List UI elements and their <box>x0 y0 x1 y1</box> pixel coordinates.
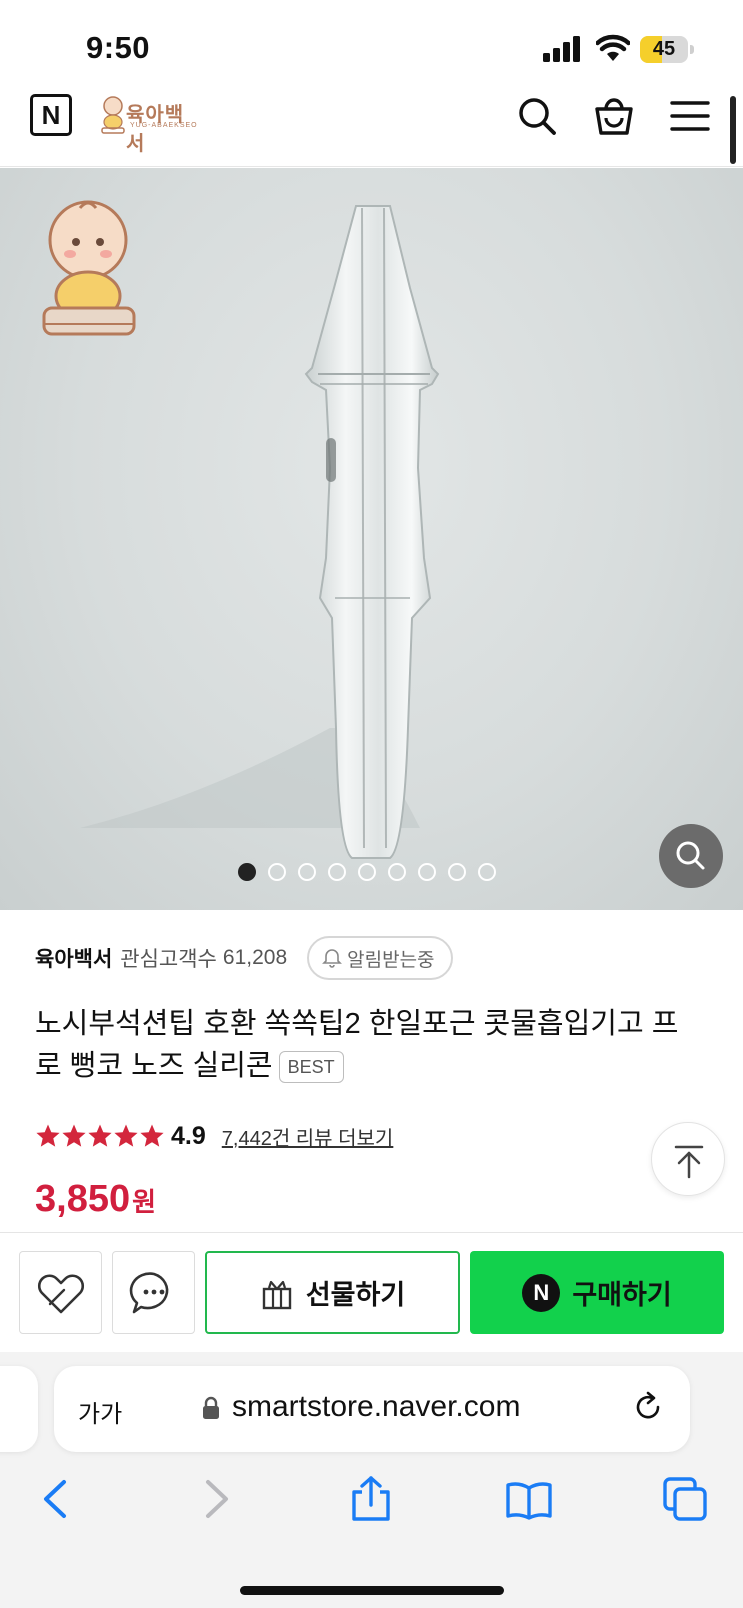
gift-label: 선물하기 <box>305 1280 406 1310</box>
tabs-icon[interactable] <box>662 1476 708 1522</box>
product-title-text: 노시부석션팁 호환 쏙쏙팁2 한일포근 콧물흡입기고 프로 뻥코 노즈 실리콘 <box>35 1008 679 1082</box>
star-icon <box>140 1124 164 1147</box>
heart-icon <box>37 1274 85 1314</box>
rating-value: 4.9 <box>171 1121 206 1150</box>
hamburger-menu-icon[interactable] <box>668 94 712 138</box>
status-time: 9:50 <box>86 30 151 65</box>
home-indicator <box>240 1586 504 1595</box>
product-photo <box>42 200 440 859</box>
product-image-carousel[interactable] <box>0 168 743 910</box>
chat-button[interactable] <box>112 1251 195 1334</box>
store-header: N 육아백서 YUG-ABAEKSEO <box>0 90 743 168</box>
arrow-up-icon <box>674 1145 704 1179</box>
baby-mascot-icon <box>101 96 125 134</box>
price: 3,850 <box>35 1178 131 1220</box>
notification-toggle-button[interactable]: 알림받는중 <box>307 936 453 980</box>
carousel-dot[interactable] <box>388 863 406 881</box>
interest-count: 61,208 <box>222 946 288 969</box>
shopping-bag-icon[interactable] <box>592 94 636 138</box>
rating-stars <box>35 1123 165 1149</box>
book-icon[interactable] <box>506 1476 552 1522</box>
previous-tab-preview[interactable] <box>0 1366 38 1452</box>
star-icon <box>114 1124 138 1147</box>
browser-bottom-bar: 가가 smartstore.naver.com <box>0 1352 743 1608</box>
star-icon <box>36 1124 60 1147</box>
gift-icon <box>262 1280 292 1309</box>
page-settings-button[interactable]: 가가 <box>78 1394 122 1429</box>
best-badge: BEST <box>278 1051 344 1084</box>
carousel-dot[interactable] <box>358 863 376 881</box>
star-icon <box>62 1124 86 1147</box>
wifi-icon <box>596 34 630 61</box>
header-divider <box>0 166 743 167</box>
naver-home-button[interactable]: N <box>30 94 72 136</box>
battery-indicator: 45 <box>640 36 694 63</box>
gift-button[interactable]: 선물하기 <box>205 1251 460 1334</box>
back-icon[interactable] <box>34 1476 80 1522</box>
seller-row: 육아백서 관심고객수 61,208 알림받는중 <box>35 936 453 980</box>
buy-label: 구매하기 <box>572 1280 672 1310</box>
price-row: 3,850 원 <box>35 1178 156 1221</box>
review-link[interactable]: 7,442건 리뷰 더보기 <box>222 1122 394 1151</box>
bell-icon <box>322 949 343 968</box>
forward-icon[interactable] <box>192 1476 238 1522</box>
scroll-indicator <box>730 96 736 164</box>
rating-row: 4.9 7,442건 리뷰 더보기 <box>35 1118 393 1154</box>
carousel-dot[interactable] <box>238 863 256 881</box>
carousel-dot[interactable] <box>478 863 496 881</box>
address-bar[interactable]: 가가 smartstore.naver.com <box>54 1366 690 1452</box>
naver-pay-icon: N <box>522 1273 561 1312</box>
carousel-dot[interactable] <box>328 863 346 881</box>
seller-name[interactable]: 육아백서 <box>35 943 112 973</box>
status-bar: 9:50 45 <box>0 0 743 90</box>
magnifier-icon <box>676 841 705 870</box>
carousel-dot[interactable] <box>418 863 436 881</box>
buy-button[interactable]: N 구매하기 <box>470 1251 724 1334</box>
interest-label: 관심고객수 <box>120 948 217 971</box>
store-logo[interactable]: 육아백서 YUG-ABAEKSEO <box>100 92 200 155</box>
signal-icon <box>543 36 580 62</box>
like-button[interactable] <box>19 1251 102 1334</box>
url-text: smartstore.naver.com <box>232 1390 521 1423</box>
share-icon[interactable] <box>348 1476 394 1522</box>
scroll-to-top-button[interactable] <box>651 1122 725 1196</box>
product-title: 노시부석션팁 호환 쏙쏙팁2 한일포근 콧물흡입기고 프로 뻥코 노즈 실리콘 B… <box>35 1003 705 1087</box>
carousel-dots <box>238 863 496 883</box>
chat-bubble-icon <box>129 1272 169 1314</box>
reload-icon[interactable] <box>630 1390 666 1426</box>
carousel-dot[interactable] <box>298 863 316 881</box>
price-unit: 원 <box>132 1187 157 1217</box>
battery-level: 45 <box>652 38 676 60</box>
carousel-dot[interactable] <box>448 863 466 881</box>
carousel-dot[interactable] <box>268 863 286 881</box>
store-logo-subtext: YUG-ABAEKSEO <box>130 122 198 129</box>
search-icon[interactable] <box>515 94 559 138</box>
lock-icon <box>203 1396 219 1419</box>
star-icon <box>88 1124 112 1147</box>
alert-label: 알림받는중 <box>347 949 435 971</box>
purchase-bar: 선물하기 N 구매하기 <box>0 1232 743 1352</box>
mascot-watermark <box>42 200 136 336</box>
zoom-button[interactable] <box>659 824 723 888</box>
